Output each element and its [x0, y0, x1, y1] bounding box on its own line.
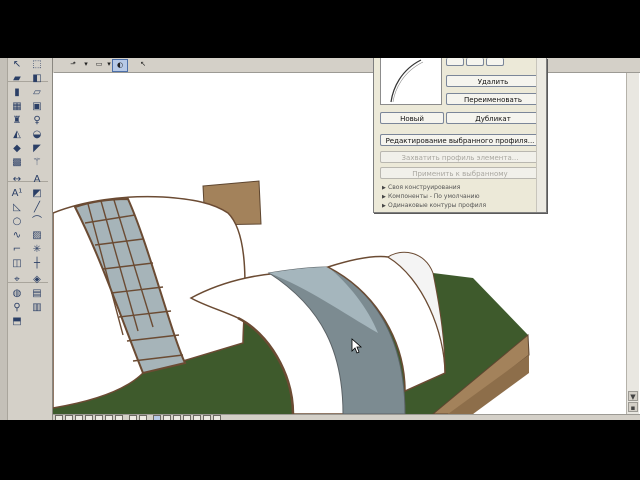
slab-icon[interactable]: ▱	[30, 87, 44, 99]
section-components[interactable]: ▶ Компоненты - По умолчанию	[382, 193, 480, 201]
edit-selected-profile-button[interactable]: Редактирование выбранного профиля...	[380, 134, 540, 146]
circle-icon[interactable]: ○	[10, 216, 24, 228]
rectangle-select-icon[interactable]: ▭	[92, 59, 106, 70]
top-toolbar: ⬏ ▾ ▭ ▾ ◐ ↖	[54, 58, 640, 73]
object-icon[interactable]: ♜	[10, 115, 24, 127]
pan-icon[interactable]	[85, 415, 93, 420]
3d-viewport[interactable]: ▼ ▪	[53, 73, 640, 414]
column-icon[interactable]: ◧	[30, 73, 44, 85]
detail-icon[interactable]: ◍	[10, 288, 24, 300]
door-icon[interactable]: ▦	[10, 101, 24, 113]
profile-tool-1[interactable]	[446, 58, 464, 66]
delete-button[interactable]: Удалить	[446, 75, 540, 87]
beam-icon[interactable]: ▮	[10, 87, 24, 99]
text-icon[interactable]: A	[30, 174, 44, 186]
layers-icon[interactable]	[173, 415, 181, 420]
scroll-corner[interactable]: ▪	[628, 402, 638, 412]
pointer-icon[interactable]: ↖	[138, 59, 148, 70]
profile-tool-2[interactable]	[466, 58, 484, 66]
more-tools-icon[interactable]: ⬒	[10, 316, 24, 328]
worksheet-icon[interactable]: ▤	[30, 288, 44, 300]
capture-element-profile-button[interactable]: Захватить профиль элемента...	[380, 151, 540, 163]
elevation-icon[interactable]: ◈	[30, 274, 44, 286]
paint-bucket-icon[interactable]: ◐	[112, 59, 128, 72]
picture-icon[interactable]: ▨	[30, 230, 44, 242]
render-icon[interactable]	[183, 415, 191, 420]
line-icon[interactable]: ╱	[30, 202, 44, 214]
rename-button[interactable]: Переименовать	[446, 93, 540, 105]
profile-manager-panel: Удалить Переименовать Новый Дубликат Ред…	[373, 58, 547, 213]
apply-to-selected-button[interactable]: Применить к выбранному	[380, 167, 540, 179]
orbit-icon[interactable]	[95, 415, 103, 420]
shell-icon[interactable]: ◒	[30, 129, 44, 141]
profile-tool-3[interactable]	[486, 58, 504, 66]
zoom-out-icon[interactable]	[65, 415, 73, 420]
redo-zoom-icon[interactable]	[115, 415, 123, 420]
dimension-icon[interactable]: ↔	[10, 174, 24, 186]
fit-window-icon[interactable]	[75, 415, 83, 420]
hotspot-icon[interactable]: ✳	[30, 244, 44, 256]
roof-icon[interactable]: ◭	[10, 129, 24, 141]
wall-icon[interactable]: ▰	[10, 73, 24, 85]
filter-icon[interactable]	[193, 415, 201, 420]
mesh-icon[interactable]: ◆	[10, 143, 24, 155]
duplicate-button[interactable]: Дубликат	[446, 112, 540, 124]
fill-icon[interactable]: ◩	[30, 188, 44, 200]
navigator-icon[interactable]	[163, 415, 171, 420]
profile-preview	[380, 58, 442, 105]
chevron-down-icon[interactable]: ▾	[82, 59, 90, 70]
archicad-window: ↖ ⬚ ▰ ◧ ▮ ▱ ▦ ▣ ♜ ♀ ◭ ◒ ◆ ◤ ▩ ⚚ ↔ A A¹ ◩…	[0, 58, 640, 420]
toolbox-grip[interactable]	[0, 58, 8, 420]
grid-icon[interactable]: ┼	[30, 258, 44, 270]
undo-zoom-icon[interactable]	[105, 415, 113, 420]
section-profile-contours[interactable]: ▶ Одинаковые контуры профиля	[382, 202, 486, 210]
zoom-in-icon[interactable]	[55, 415, 63, 420]
vertical-scrollbar[interactable]: ▼ ▪	[626, 73, 639, 414]
status-bar	[53, 414, 640, 420]
morph-icon[interactable]: ⚚	[30, 157, 44, 169]
zone-icon[interactable]: ◺	[10, 202, 24, 214]
spline-icon[interactable]: ∿	[10, 230, 24, 242]
profile-curve-icon	[390, 59, 424, 103]
section-components-label: Компоненты - По умолчанию	[388, 193, 480, 200]
figure-icon[interactable]: ◫	[10, 258, 24, 270]
panel-scrollbar[interactable]	[536, 58, 546, 212]
arc-icon[interactable]: ⌒	[30, 216, 44, 228]
polyline-icon[interactable]: ⌐	[10, 244, 24, 256]
change-icon[interactable]: ▥	[30, 302, 44, 314]
section-icon[interactable]: ⌖	[10, 274, 24, 286]
window-icon[interactable]: ▣	[30, 101, 44, 113]
camera-icon[interactable]: ⚲	[10, 302, 24, 314]
label-icon[interactable]: A¹	[10, 188, 24, 200]
partial-structure-icon[interactable]	[203, 415, 211, 420]
view-arrow-icon[interactable]: ⬏	[66, 59, 80, 70]
stair-icon[interactable]: ◤	[30, 143, 44, 155]
display-icon[interactable]	[139, 415, 147, 420]
curtain-wall-icon[interactable]: ▩	[10, 157, 24, 169]
lamp-icon[interactable]: ♀	[30, 115, 44, 127]
view-settings-icon[interactable]	[129, 415, 137, 420]
new-profile-button[interactable]: Новый	[380, 112, 444, 124]
active-view-icon[interactable]	[153, 415, 161, 420]
section-profile-contours-label: Одинаковые контуры профиля	[388, 202, 487, 209]
scroll-down-arrow[interactable]: ▼	[628, 391, 638, 401]
section-construction-label: Своя конструирования	[388, 184, 461, 191]
dimension-standard-icon[interactable]	[213, 415, 221, 420]
toolbox: ↖ ⬚ ▰ ◧ ▮ ▱ ▦ ▣ ♜ ♀ ◭ ◒ ◆ ◤ ▩ ⚚ ↔ A A¹ ◩…	[0, 58, 53, 420]
section-construction[interactable]: ▶ Своя конструирования	[382, 184, 460, 192]
